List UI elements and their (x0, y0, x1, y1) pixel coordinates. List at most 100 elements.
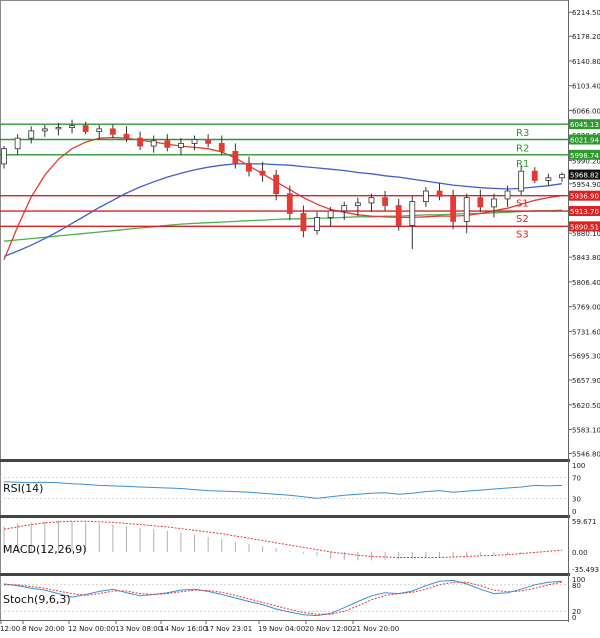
y-tick-label: 6140.80 (572, 58, 600, 66)
macd-tick-label: 59.671 (572, 518, 597, 526)
candle-body (28, 130, 35, 139)
y-tick-label: 5546.80 (572, 451, 600, 459)
level-name-s1: S1 (516, 199, 529, 210)
level-name-r2: R2 (516, 144, 529, 155)
candle-body (232, 150, 239, 164)
y-tick-label: 5657.90 (572, 377, 600, 385)
macd-tick-label: -35.493 (572, 566, 599, 574)
level-name-r1: R1 (516, 159, 529, 170)
chart-window: 6214.506178.206140.806103.406066.006028.… (0, 0, 600, 634)
level-price-label: 5890.51 (570, 223, 599, 231)
y-tick-label: 6214.50 (572, 9, 600, 17)
y-tick-label: 5731.60 (572, 328, 600, 336)
x-tick-label: 14 Nov 16:00 (160, 625, 207, 633)
panel-separator (0, 515, 570, 518)
rsi-tick-label: 30 (572, 495, 581, 503)
y-tick-label: 5695.30 (572, 352, 600, 360)
candle-body (178, 143, 184, 148)
y-tick-label: 5806.40 (572, 279, 600, 287)
y-tick-label: 6178.20 (572, 33, 600, 41)
candle-body (409, 201, 416, 226)
candle-body (69, 125, 75, 128)
y-tick-label: 6103.40 (572, 83, 600, 91)
x-tick-label: 19 Nov 04:00 (258, 625, 305, 633)
candle-body (150, 140, 157, 147)
y-tick-label: 5843.80 (572, 254, 600, 262)
macd-signal-line (3, 520, 563, 558)
stoch-tick-label: 0 (572, 614, 576, 622)
y-tick-label: 5583.10 (572, 427, 600, 435)
y-tick-label: 5769.00 (572, 304, 600, 312)
candle-body (545, 177, 552, 181)
level-name-r3: R3 (516, 128, 529, 139)
candle-body (463, 197, 470, 222)
candle-body (423, 190, 429, 202)
rsi-tick-label: 0 (572, 508, 576, 516)
level-price-label: 5913.70 (570, 208, 599, 216)
stoch-tick-label: 80 (572, 582, 581, 590)
candle-body (395, 205, 402, 226)
rsi-label: RSI(14) (3, 482, 43, 495)
candle-body (341, 205, 348, 212)
candle-body (205, 139, 212, 144)
candle-body (218, 143, 225, 152)
level-price-label: 6021.94 (570, 137, 599, 145)
rsi-line (3, 481, 563, 499)
candle-body (137, 137, 143, 147)
macd-tick-label: 0.00 (572, 549, 588, 557)
level-name-s3: S3 (516, 229, 529, 240)
panel-separator (0, 459, 570, 462)
x-tick-label: 20 Nov 12:00 (305, 625, 352, 633)
candle-body (300, 213, 307, 232)
x-tick-label: 21 Nov 20:00 (352, 625, 399, 633)
candle-body (191, 139, 198, 144)
x-tick-label: 12 Nov 00:00 (68, 625, 115, 633)
candle-body (559, 174, 565, 179)
rsi-tick-label: 70 (572, 475, 581, 483)
candle-body (273, 174, 280, 195)
candle-body (382, 197, 388, 206)
candle-body (436, 190, 443, 197)
stoch-signal-line (4, 581, 563, 615)
x-tick-label: 13 Nov 08:00 (115, 625, 162, 633)
macd-label: MACD(12,26,9) (3, 543, 87, 556)
candle-body (354, 202, 361, 206)
rsi-tick-label: 100 (572, 462, 585, 470)
stoch-label: Stoch(9,6,3) (3, 593, 71, 606)
candle-body (327, 210, 334, 218)
x-tick-label: 8 Nov 20:00 (22, 625, 65, 633)
candle-body (82, 125, 89, 132)
level-price-label: 5936.90 (570, 193, 599, 201)
candle-body (164, 140, 171, 148)
candle-body (518, 170, 525, 192)
candle-body (450, 195, 457, 222)
candle-body (259, 170, 266, 176)
candle-body (109, 128, 116, 135)
level-price-label: 5998.74 (570, 152, 599, 160)
candle-body (314, 217, 320, 232)
candle-body (368, 197, 375, 204)
y-tick-label: 5620.50 (572, 402, 600, 410)
candle-body (1, 148, 7, 165)
level-price-label: 6045.13 (570, 121, 599, 129)
candle-body (531, 170, 538, 181)
candle-body (55, 127, 62, 130)
x-tick-label: 12:00 (0, 625, 20, 633)
candle-body (286, 193, 293, 214)
y-tick-label: 5954.90 (572, 181, 600, 189)
candle-body (504, 190, 511, 200)
chart-canvas: 6214.506178.206140.806103.406066.006028.… (0, 0, 600, 633)
candle-body (96, 128, 103, 132)
candle-body (477, 197, 484, 208)
y-tick-label: 5880.10 (572, 230, 600, 238)
y-tick-label: 6066.00 (572, 107, 600, 115)
level-name-s2: S2 (516, 214, 529, 225)
ma-mid-line (3, 163, 563, 258)
candle-body (123, 133, 130, 139)
candle-body (41, 128, 48, 132)
panel-separator (0, 573, 570, 576)
candle-body (14, 137, 21, 150)
candle-body (246, 162, 252, 172)
current-price-label: 5968.82 (570, 172, 599, 180)
candle-body (491, 198, 497, 208)
